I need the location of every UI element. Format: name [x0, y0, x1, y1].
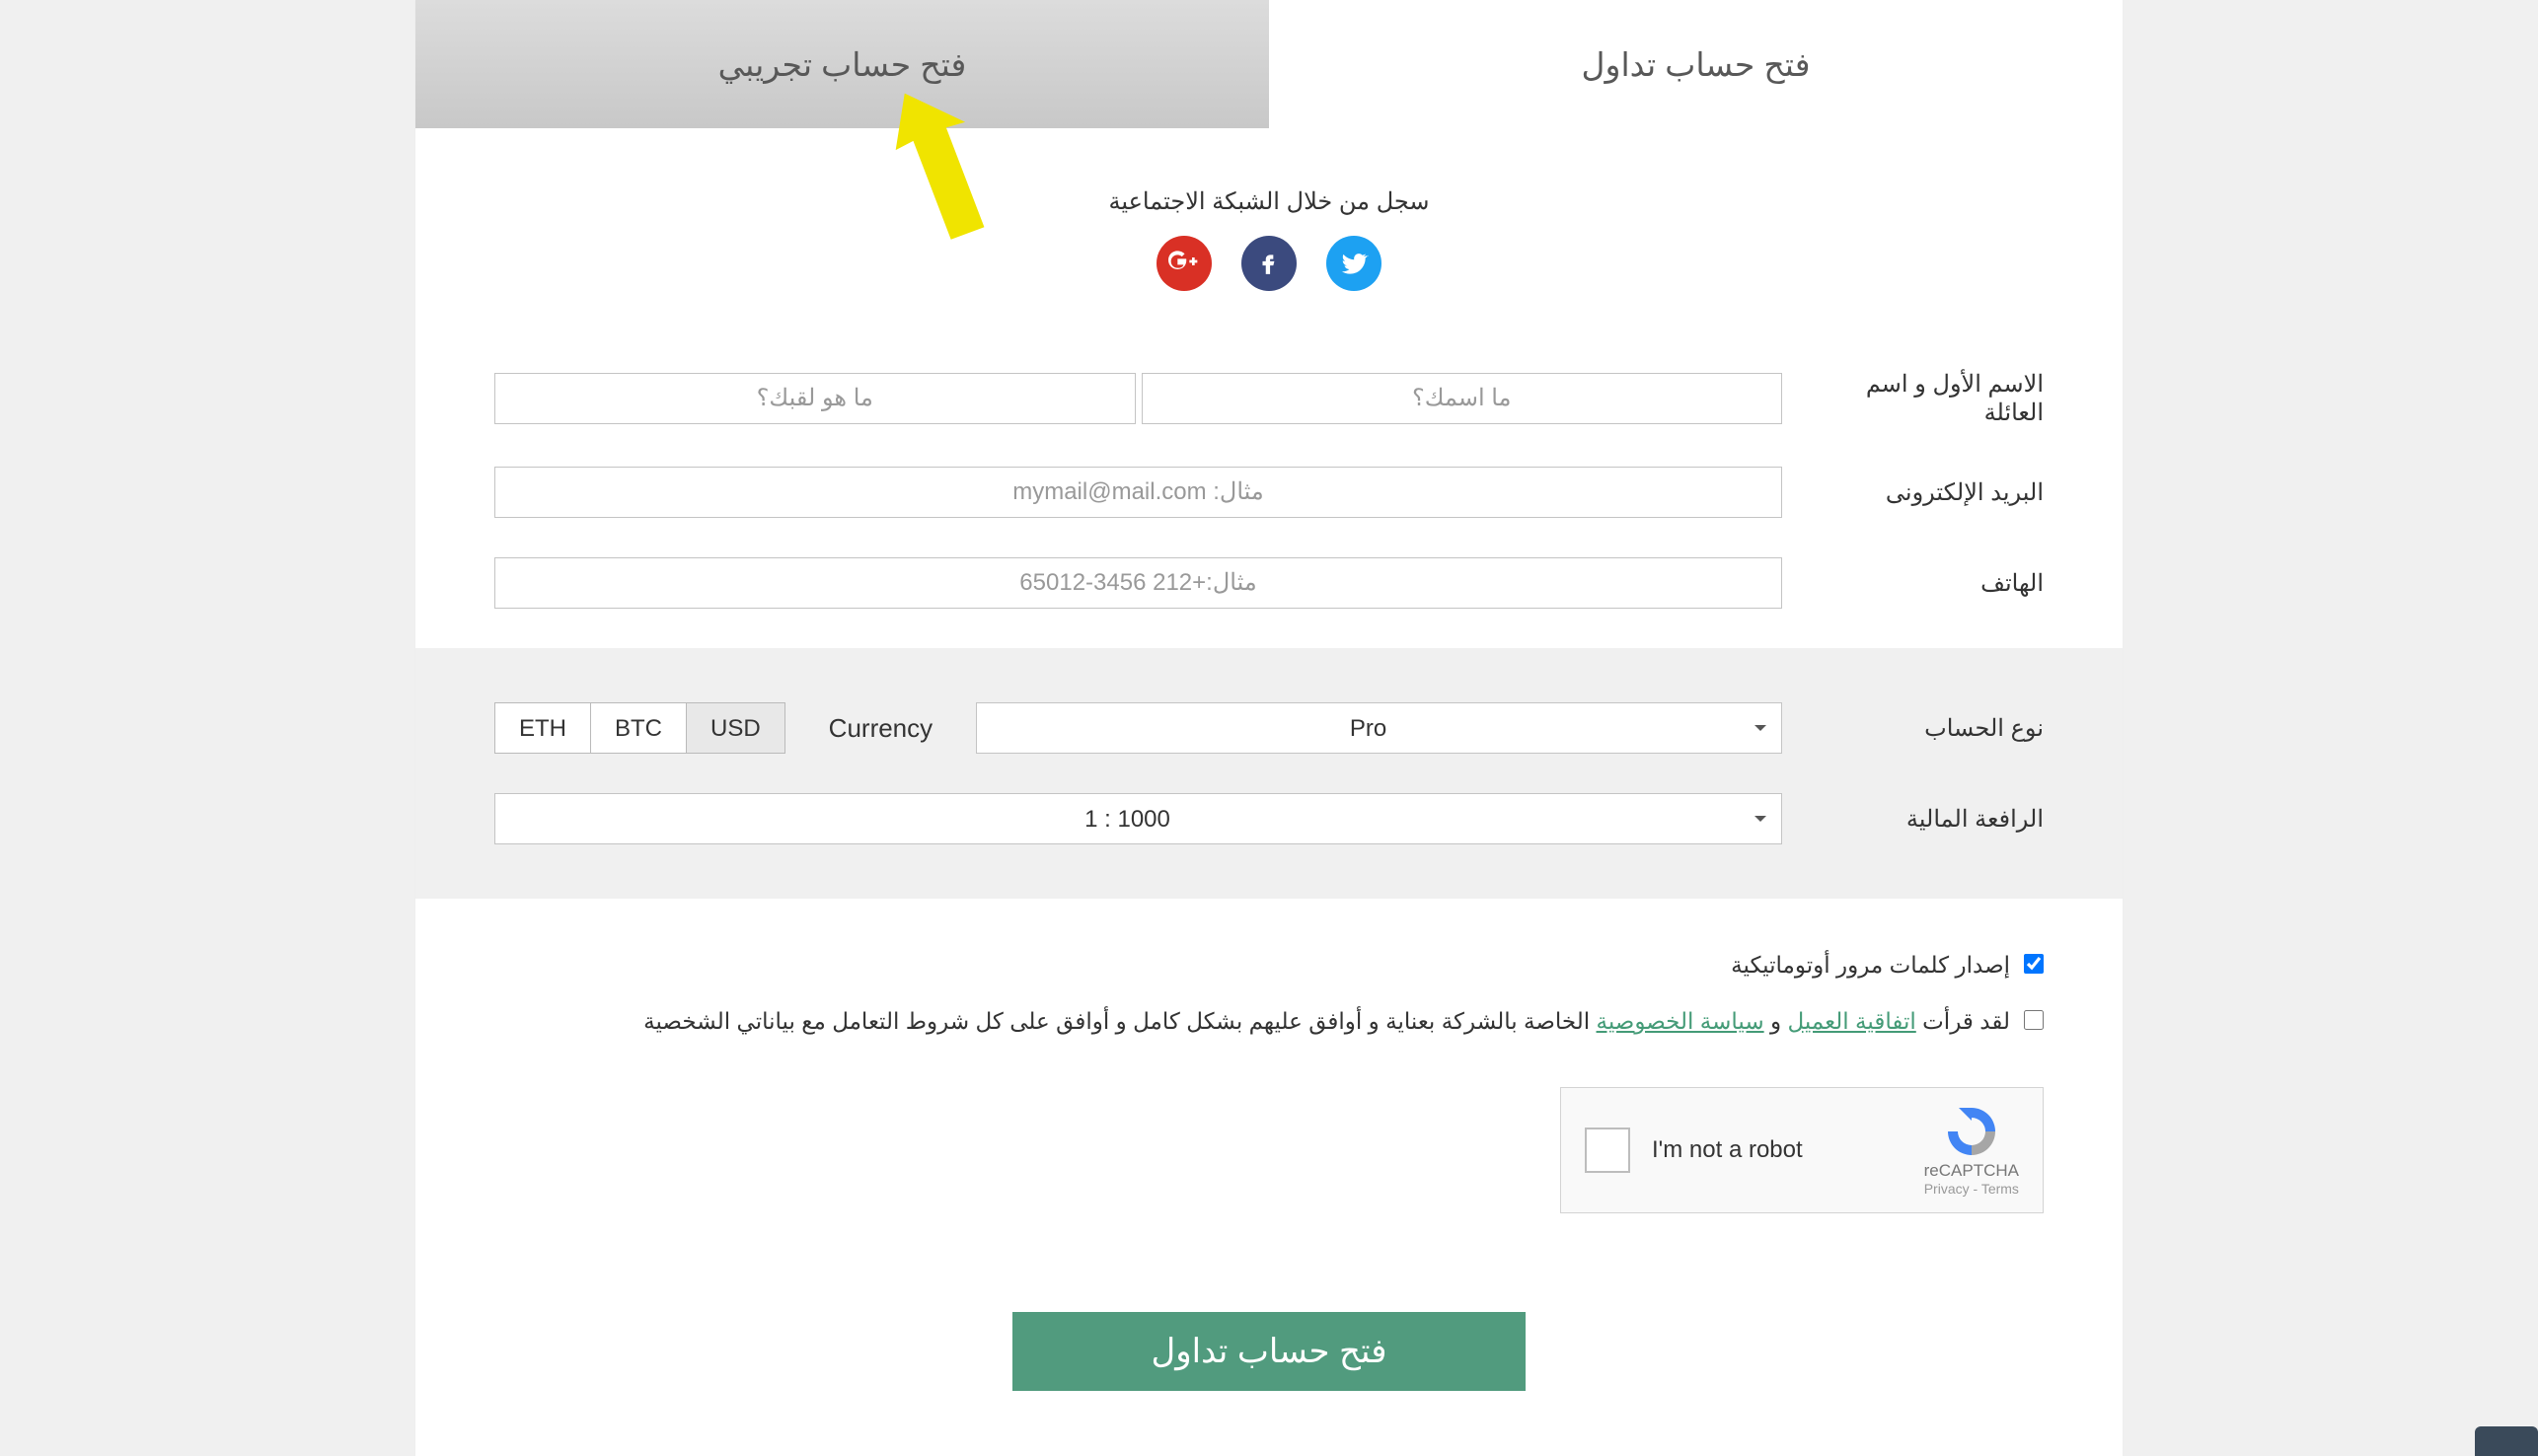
recaptcha-label: I'm not a robot: [1652, 1136, 1903, 1164]
currency-option-eth[interactable]: ETH: [494, 702, 591, 754]
leverage-label: الرافعة المالية: [1812, 805, 2044, 834]
auto-password-checkbox[interactable]: [2024, 954, 2044, 974]
currency-label: Currency: [829, 713, 933, 744]
email-label: البريد الإلكترونى: [1812, 478, 2044, 507]
privacy-policy-link[interactable]: سياسة الخصوصية: [1597, 1008, 1764, 1034]
leverage-select[interactable]: 1 : 1000: [494, 793, 1782, 844]
recaptcha-terms-link[interactable]: Terms: [1981, 1181, 2019, 1197]
recaptcha-logo-icon: [1944, 1104, 1999, 1159]
agreement-label: لقد قرأت اتفاقية العميل و سياسة الخصوصية…: [643, 1004, 2010, 1039]
currency-option-btc[interactable]: BTC: [590, 702, 687, 754]
currency-button-group: ETH BTC USD: [494, 702, 785, 754]
phone-input[interactable]: [494, 557, 1782, 609]
agreement-checkbox[interactable]: [2024, 1010, 2044, 1030]
recaptcha-checkbox[interactable]: [1585, 1128, 1630, 1173]
recaptcha-widget: I'm not a robot reCAPTCHA: [1560, 1087, 2044, 1213]
tab-demo-account[interactable]: فتح حساب تجريبي: [415, 0, 1269, 128]
social-register-heading: سجل من خلال الشبكة الاجتماعية: [494, 187, 2044, 216]
google-plus-icon[interactable]: [1157, 236, 1212, 291]
bottom-tab-widget[interactable]: [2475, 1426, 2538, 1456]
recaptcha-privacy-link[interactable]: Privacy: [1924, 1181, 1970, 1197]
twitter-icon[interactable]: [1326, 236, 1381, 291]
auto-password-label: إصدار كلمات مرور أوتوماتيكية: [1731, 948, 2010, 983]
currency-option-usd[interactable]: USD: [686, 702, 785, 754]
client-agreement-link[interactable]: اتفاقية العميل: [1788, 1008, 1916, 1034]
facebook-icon[interactable]: [1241, 236, 1297, 291]
account-type-select[interactable]: Pro: [976, 702, 1782, 754]
email-input[interactable]: [494, 467, 1782, 518]
account-type-label: نوع الحساب: [1812, 714, 2044, 743]
name-label: الاسم الأول و اسم العائلة: [1812, 370, 2044, 427]
tab-trading-account[interactable]: فتح حساب تداول: [1269, 0, 2123, 128]
phone-label: الهاتف: [1812, 569, 2044, 598]
first-name-input[interactable]: [1142, 373, 1783, 424]
last-name-input[interactable]: [494, 373, 1136, 424]
open-trading-account-button[interactable]: فتح حساب تداول: [1012, 1312, 1526, 1391]
